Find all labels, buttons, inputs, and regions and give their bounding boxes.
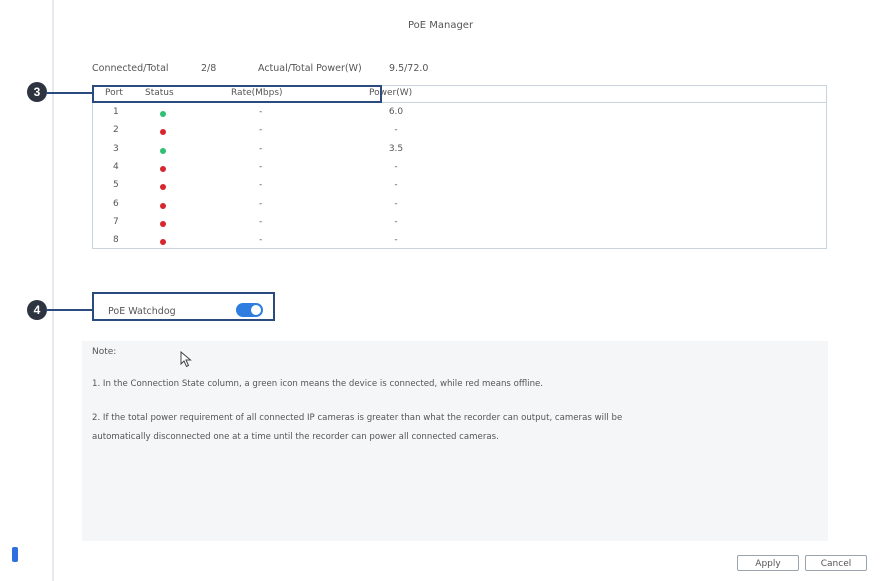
status-offline-icon — [160, 220, 166, 227]
callout-4-badge: 4 — [27, 300, 47, 320]
rate-cell: - — [259, 107, 263, 117]
port-cell: 6 — [113, 198, 119, 209]
poe-manager-screen: PoE Manager Connected/Total 2/8 Actual/T… — [0, 0, 881, 581]
port-cell: 3 — [113, 143, 119, 154]
table-row: 5 - - — [93, 177, 826, 195]
connected-total-value: 2/8 — [201, 63, 217, 74]
table-row: 1 - 6.0 — [93, 104, 826, 122]
port-cell: 1 — [113, 107, 119, 117]
status-offline-icon — [160, 165, 166, 172]
status-offline-icon — [160, 202, 166, 209]
note-line-2a: 2. If the total power requirement of all… — [92, 413, 623, 423]
power-cell: - — [394, 125, 398, 136]
note-line-2b: automatically disconnected one at a time… — [92, 432, 499, 442]
callout-3-box — [92, 85, 382, 103]
power-cell: - — [394, 161, 398, 172]
cancel-button[interactable]: Cancel — [805, 555, 867, 571]
callout-4-line — [46, 309, 93, 311]
rate-cell: - — [259, 143, 263, 154]
apply-button[interactable]: Apply — [737, 555, 799, 571]
mouse-cursor-icon — [180, 351, 192, 368]
connected-total-label: Connected/Total — [92, 63, 169, 74]
power-cell: 3.5 — [388, 143, 404, 154]
power-label: Actual/Total Power(W) — [258, 63, 362, 74]
poe-watchdog-label: PoE Watchdog — [108, 306, 176, 317]
side-marker — [12, 547, 18, 562]
port-cell: 4 — [113, 161, 119, 172]
note-line-1: 1. In the Connection State column, a gre… — [92, 379, 544, 389]
table-row: 3 - 3.5 — [93, 141, 826, 159]
toggle-knob — [251, 305, 261, 315]
power-value: 9.5/72.0 — [389, 63, 429, 74]
status-offline-icon — [160, 129, 166, 136]
table-row: 2 - - — [93, 122, 826, 140]
poe-watchdog-toggle[interactable] — [236, 303, 263, 317]
status-offline-icon — [160, 184, 166, 191]
power-cell: - — [394, 235, 398, 246]
port-cell: 7 — [113, 216, 119, 227]
left-divider — [52, 0, 54, 581]
table-row: 6 - - — [93, 196, 826, 214]
power-cell: - — [394, 216, 398, 227]
rate-cell: - — [259, 235, 263, 246]
power-cell: - — [394, 180, 398, 191]
status-offline-icon — [160, 239, 166, 246]
power-cell: - — [394, 198, 398, 209]
rate-cell: - — [259, 198, 263, 209]
port-cell: 8 — [113, 235, 119, 246]
note-title: Note: — [92, 347, 117, 357]
page-title: PoE Manager — [407, 20, 474, 31]
poe-port-table: Port Status Rate(Mbps) Power(W) 1-6.0 2- -… — [92, 85, 827, 249]
rate-cell: - — [259, 125, 263, 136]
port-cell: 5 — [113, 180, 119, 191]
table-row: 7 - - — [93, 214, 826, 232]
table-row: 4 - - — [93, 159, 826, 177]
rate-cell: - — [259, 161, 263, 172]
callout-3-line — [46, 92, 93, 94]
rate-cell: - — [259, 180, 263, 191]
status-connected-icon — [160, 111, 166, 117]
table-row: 8 - - — [93, 232, 826, 250]
power-cell: 6.0 — [388, 107, 404, 117]
port-cell: 2 — [113, 125, 119, 136]
status-connected-icon — [160, 147, 166, 154]
rate-cell: - — [259, 216, 263, 227]
callout-3-badge: 3 — [27, 82, 47, 102]
